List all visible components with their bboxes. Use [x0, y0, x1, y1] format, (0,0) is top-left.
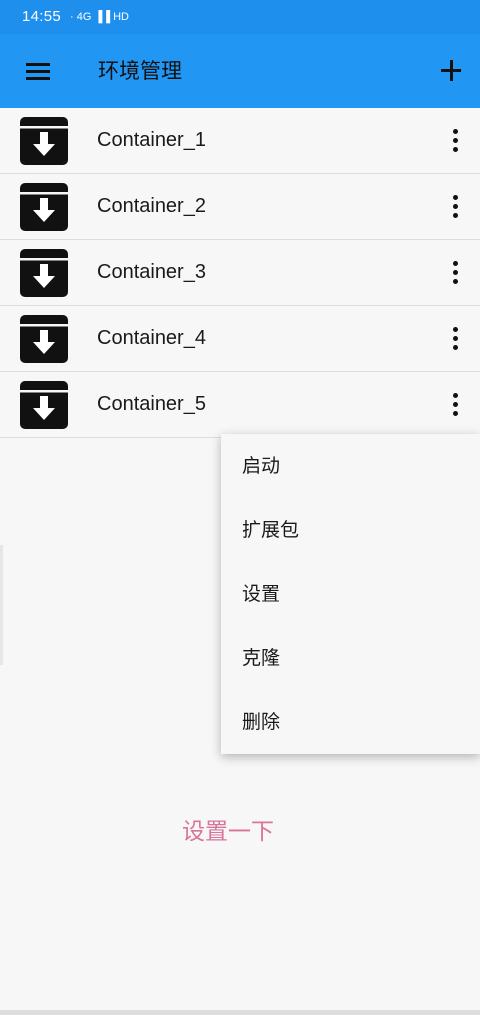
menu-icon[interactable] — [26, 62, 52, 82]
archive-box-icon — [20, 381, 68, 429]
container-label: Container_4 — [97, 327, 206, 349]
archive-box-icon — [20, 315, 68, 363]
signal-indicator: · 4G ▐▐ HD — [70, 11, 129, 23]
container-label: Container_2 — [97, 195, 206, 217]
more-vertical-icon[interactable] — [446, 260, 466, 286]
more-vertical-icon[interactable] — [446, 392, 466, 418]
list-item[interactable]: Container_5 — [0, 372, 480, 438]
app-bar: 环境管理 — [0, 34, 480, 108]
list-item[interactable]: Container_1 — [0, 108, 480, 174]
container-label: Container_1 — [97, 129, 206, 151]
menu-item-delete[interactable]: 删除 — [221, 690, 480, 754]
more-vertical-icon[interactable] — [446, 326, 466, 352]
more-vertical-icon[interactable] — [446, 128, 466, 154]
list-item[interactable]: Container_3 — [0, 240, 480, 306]
list-item[interactable]: Container_2 — [0, 174, 480, 240]
container-label: Container_5 — [97, 393, 206, 415]
list-item[interactable]: Container_4 — [0, 306, 480, 372]
container-list: Container_1 Container_2 Container_3 Cont… — [0, 108, 480, 438]
archive-box-icon — [20, 249, 68, 297]
status-time: 14:55 — [22, 8, 62, 25]
menu-item-extensions[interactable]: 扩展包 — [221, 498, 480, 562]
more-vertical-icon[interactable] — [446, 194, 466, 220]
container-label: Container_3 — [97, 261, 206, 283]
navigation-bar — [0, 1010, 480, 1015]
caption-text: 设置一下 — [182, 819, 274, 845]
page-title: 环境管理 — [98, 59, 182, 83]
archive-box-icon — [20, 183, 68, 231]
menu-item-clone[interactable]: 克隆 — [221, 626, 480, 690]
edge-handle — [0, 545, 3, 665]
menu-item-settings[interactable]: 设置 — [221, 562, 480, 626]
archive-box-icon — [20, 117, 68, 165]
menu-item-start[interactable]: 启动 — [221, 434, 480, 498]
status-bar: 14:55 · 4G ▐▐ HD — [0, 0, 480, 34]
add-icon[interactable] — [440, 60, 462, 82]
context-menu: 启动 扩展包 设置 克隆 删除 — [221, 434, 480, 754]
